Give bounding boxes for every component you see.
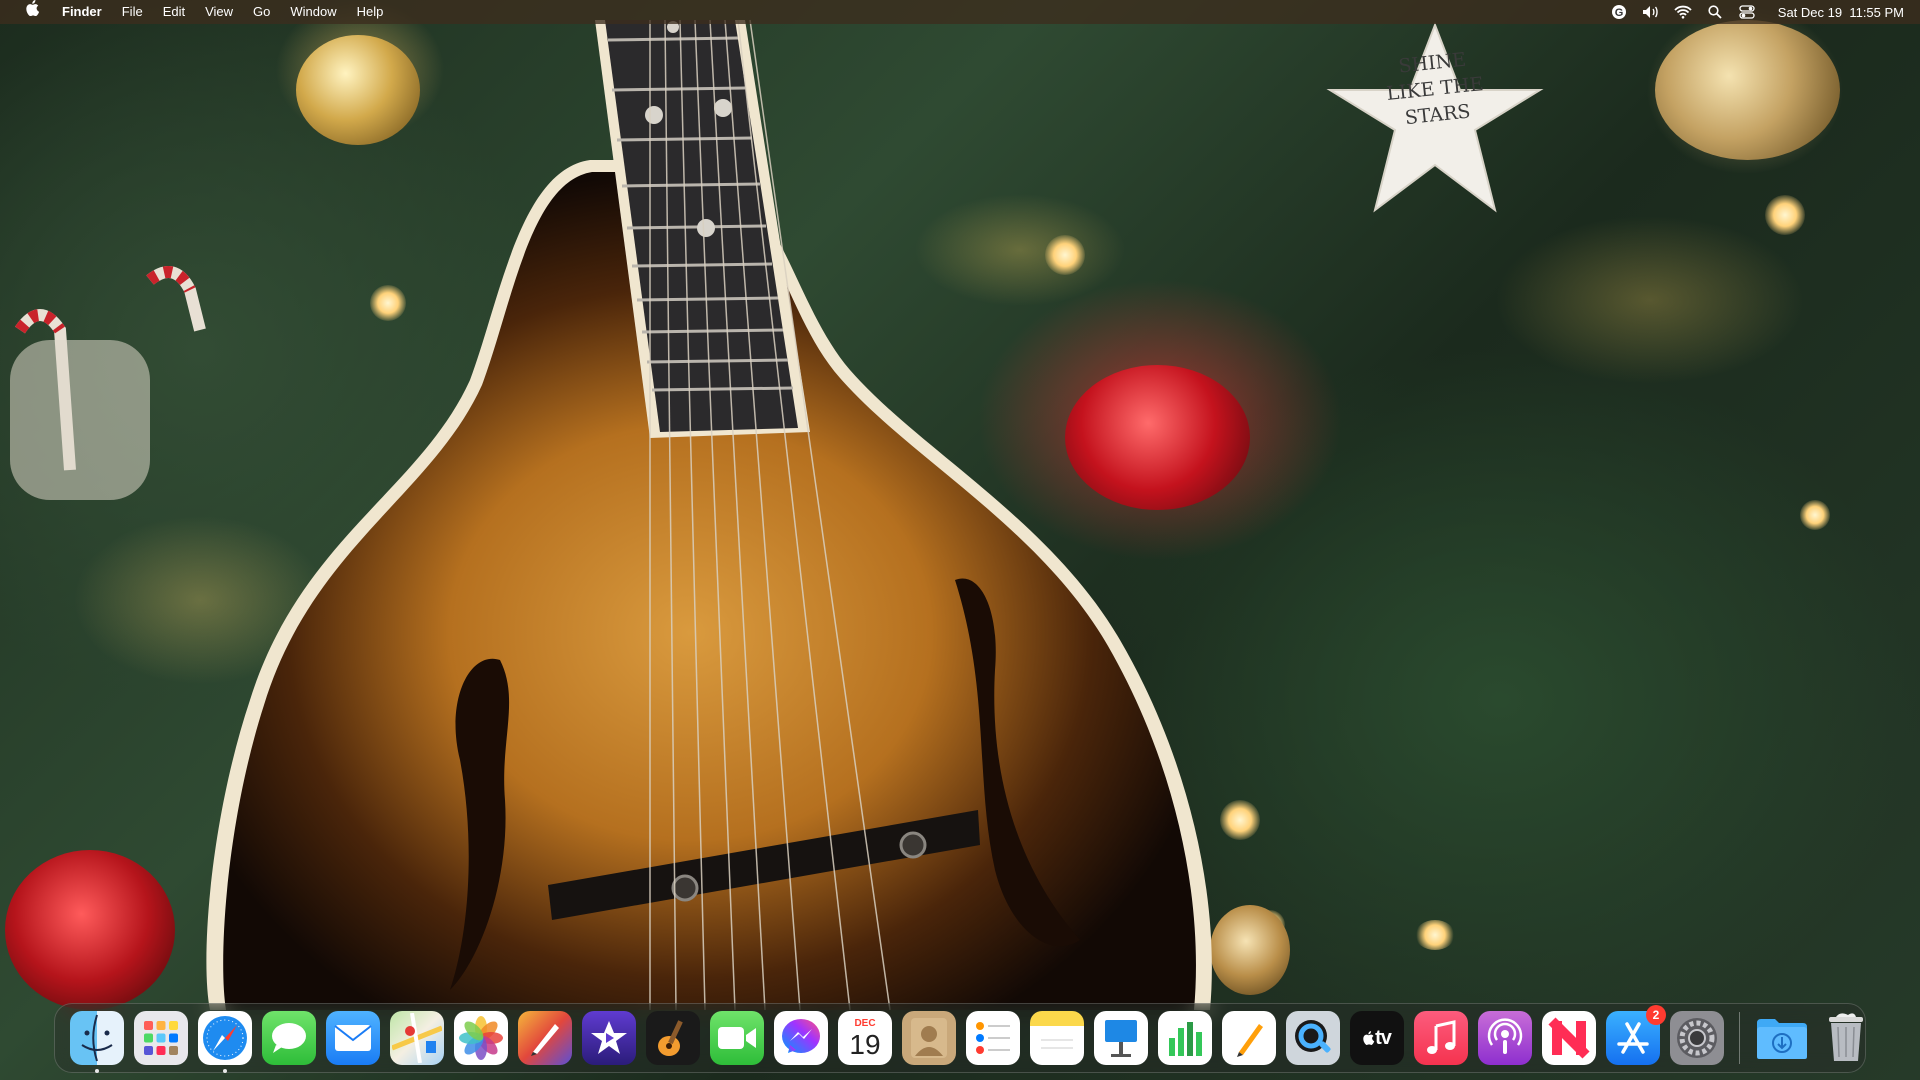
spotlight-search-icon[interactable] xyxy=(1706,3,1724,21)
notes-icon xyxy=(1041,1039,1073,1049)
calendar-day: 19 xyxy=(849,1029,881,1060)
running-indicator xyxy=(95,1069,99,1073)
desktop-wallpaper: SHINE LIKE THE STARS Finder File Edit Vi… xyxy=(0,0,1920,1080)
dock-system-preferences[interactable] xyxy=(1670,1011,1724,1065)
apple-tv-label: tv xyxy=(1375,1026,1392,1049)
menu-file[interactable]: File xyxy=(112,0,153,24)
menu-go[interactable]: Go xyxy=(243,0,280,24)
dock-trash[interactable] xyxy=(1819,1011,1873,1065)
garageband-icon xyxy=(658,1020,683,1056)
dock-messages[interactable] xyxy=(262,1011,316,1065)
menu-edit[interactable]: Edit xyxy=(153,0,195,24)
keynote-icon xyxy=(1105,1020,1137,1057)
dock-finder[interactable] xyxy=(70,1011,124,1073)
launchpad-icon xyxy=(144,1021,178,1055)
imovie-icon xyxy=(591,1021,627,1054)
finder-icon xyxy=(81,1014,113,1062)
quicktime-icon xyxy=(1295,1020,1331,1053)
dock-pages[interactable] xyxy=(1222,1011,1276,1065)
dock-launchpad[interactable] xyxy=(134,1011,188,1065)
reminders-icon xyxy=(976,1022,1010,1054)
grammarly-icon[interactable]: G xyxy=(1610,3,1628,21)
pixelmator-icon xyxy=(531,1024,559,1056)
menu-app-name[interactable]: Finder xyxy=(52,0,112,24)
volume-icon[interactable] xyxy=(1642,3,1660,21)
photos-icon xyxy=(459,1016,503,1060)
pages-icon xyxy=(1237,1024,1263,1057)
dock-messenger[interactable] xyxy=(774,1011,828,1065)
dock-downloads-folder[interactable] xyxy=(1755,1011,1809,1065)
dock-contacts[interactable] xyxy=(902,1011,956,1065)
dock-imovie[interactable] xyxy=(582,1011,636,1065)
dock-news[interactable] xyxy=(1542,1011,1596,1065)
running-indicator xyxy=(223,1069,227,1073)
dock-numbers[interactable] xyxy=(1158,1011,1212,1065)
dock-separator xyxy=(1739,1012,1740,1064)
podcasts-icon xyxy=(1487,1018,1523,1054)
system-preferences-icon xyxy=(1677,1018,1717,1058)
messenger-icon xyxy=(782,1019,820,1053)
dock-mail[interactable] xyxy=(326,1011,380,1065)
dock-quicktime[interactable] xyxy=(1286,1011,1340,1065)
maps-icon xyxy=(392,1013,442,1063)
menu-bar: Finder File Edit View Go Window Help G S… xyxy=(0,0,1920,24)
dock-notes[interactable] xyxy=(1030,1011,1084,1065)
dock-apple-tv[interactable]: tv xyxy=(1350,1011,1404,1065)
control-center-icon[interactable] xyxy=(1738,3,1756,21)
dock: DEC 19 tv 2 xyxy=(54,1003,1866,1073)
facetime-icon xyxy=(718,1027,756,1049)
dock-calendar[interactable]: DEC 19 xyxy=(838,1011,892,1065)
apple-menu-icon[interactable] xyxy=(20,0,52,24)
dock-reminders[interactable] xyxy=(966,1011,1020,1065)
apple-tv-icon: tv xyxy=(1363,1026,1392,1050)
dock-keynote[interactable] xyxy=(1094,1011,1148,1065)
dock-facetime[interactable] xyxy=(710,1011,764,1065)
mail-icon xyxy=(334,1025,372,1051)
notification-badge: 2 xyxy=(1646,1005,1666,1025)
downloads-folder-icon xyxy=(1757,1019,1807,1059)
messages-icon xyxy=(272,1023,306,1053)
menu-help[interactable]: Help xyxy=(347,0,394,24)
menu-view[interactable]: View xyxy=(195,0,243,24)
menu-clock[interactable]: Sat Dec 19 11:55 PM xyxy=(1770,5,1904,20)
safari-icon xyxy=(203,1016,247,1060)
svg-text:G: G xyxy=(1615,7,1624,19)
wifi-icon[interactable] xyxy=(1674,3,1692,21)
dock-garageband[interactable] xyxy=(646,1011,700,1065)
mandolin-image xyxy=(206,19,1212,1011)
dock-podcasts[interactable] xyxy=(1478,1011,1532,1065)
dock-photos[interactable] xyxy=(454,1011,508,1065)
menu-window[interactable]: Window xyxy=(280,0,346,24)
dock-music[interactable] xyxy=(1414,1011,1468,1065)
dock-safari[interactable] xyxy=(198,1011,252,1073)
trash-icon xyxy=(1829,1013,1863,1061)
dock-app-store[interactable]: 2 xyxy=(1606,1005,1666,1065)
numbers-icon xyxy=(1169,1022,1202,1056)
news-icon xyxy=(1548,1017,1590,1059)
dock-pixelmator-pro[interactable] xyxy=(518,1011,572,1065)
music-icon xyxy=(1427,1020,1456,1054)
app-store-icon xyxy=(1617,1022,1649,1054)
contacts-icon xyxy=(911,1018,947,1058)
dock-maps[interactable] xyxy=(390,1011,444,1065)
